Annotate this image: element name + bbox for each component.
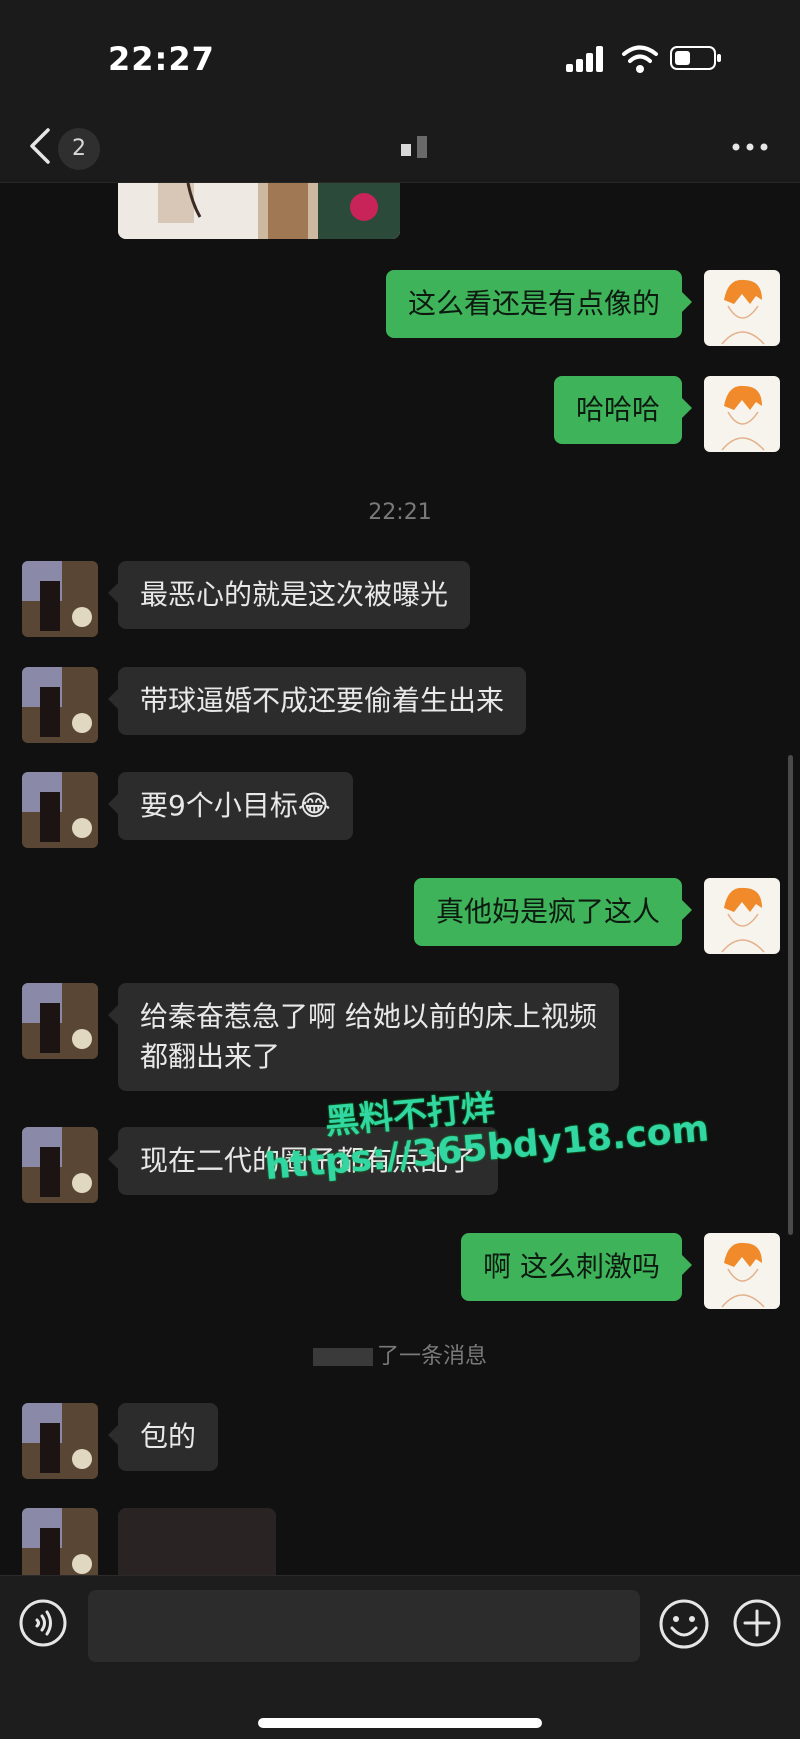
- message-bubble-incoming[interactable]: 包的: [107, 1403, 219, 1471]
- image-message[interactable]: [118, 183, 400, 239]
- avatar-contact[interactable]: [22, 1508, 98, 1575]
- message-bubble-outgoing[interactable]: 啊 这么刺激吗: [461, 1233, 692, 1301]
- unread-badge[interactable]: 2: [58, 128, 100, 170]
- avatar-contact[interactable]: [22, 983, 98, 1059]
- avatar-me[interactable]: [704, 878, 780, 954]
- plus-icon[interactable]: [732, 1598, 782, 1648]
- blurred-name: [312, 1348, 373, 1366]
- recall-notice: 了一条消息: [0, 1338, 800, 1370]
- more-icon[interactable]: [726, 132, 776, 162]
- message-line: 都翻出来了: [140, 1040, 281, 1073]
- image-message[interactable]: [118, 1508, 276, 1575]
- status-bar: 22:27: [0, 0, 800, 110]
- voice-icon[interactable]: [18, 1598, 68, 1648]
- avatar-contact[interactable]: [22, 667, 98, 743]
- avatar-contact[interactable]: [22, 561, 98, 637]
- chat-header: 2: [0, 110, 800, 183]
- input-bar: [0, 1575, 800, 1739]
- home-indicator[interactable]: [258, 1718, 542, 1728]
- message-bubble-outgoing[interactable]: 真他妈是疯了这人: [413, 878, 693, 946]
- scrollbar[interactable]: [788, 755, 793, 1235]
- status-time: 22:27: [108, 40, 215, 78]
- avatar-contact[interactable]: [22, 1127, 98, 1203]
- message-line: 给秦奋惹急了啊 给她以前的床上视频: [140, 1000, 597, 1033]
- avatar-me[interactable]: [704, 1233, 780, 1309]
- avatar-me[interactable]: [704, 376, 780, 452]
- signal-icon: [566, 46, 608, 72]
- back-icon[interactable]: [22, 124, 58, 168]
- emoji-icon[interactable]: [658, 1598, 710, 1650]
- avatar-contact[interactable]: [22, 772, 98, 848]
- recall-text: 了一条消息: [376, 1344, 487, 1369]
- timestamp: 22:21: [368, 500, 432, 525]
- message-bubble-incoming[interactable]: 带球逼婚不成还要偷着生出来: [107, 667, 527, 735]
- avatar-me[interactable]: [704, 270, 780, 346]
- message-input[interactable]: [88, 1590, 640, 1662]
- wifi-icon: [622, 45, 658, 73]
- message-bubble-outgoing[interactable]: 这么看还是有点像的: [385, 270, 693, 338]
- battery-icon: [670, 46, 721, 70]
- message-bubble-outgoing[interactable]: 哈哈哈: [553, 376, 693, 444]
- avatar-contact[interactable]: [22, 1403, 98, 1479]
- message-bubble-incoming[interactable]: 最恶心的就是这次被曝光: [107, 561, 471, 629]
- message-bubble-incoming[interactable]: 要9个小目标😂: [108, 772, 353, 840]
- message-list[interactable]: 这么看还是有点像的 哈哈哈 22:21 最恶心的就是这次被曝光 带球逼婚不成还要…: [0, 183, 800, 1575]
- chat-title-blurred: [401, 136, 427, 158]
